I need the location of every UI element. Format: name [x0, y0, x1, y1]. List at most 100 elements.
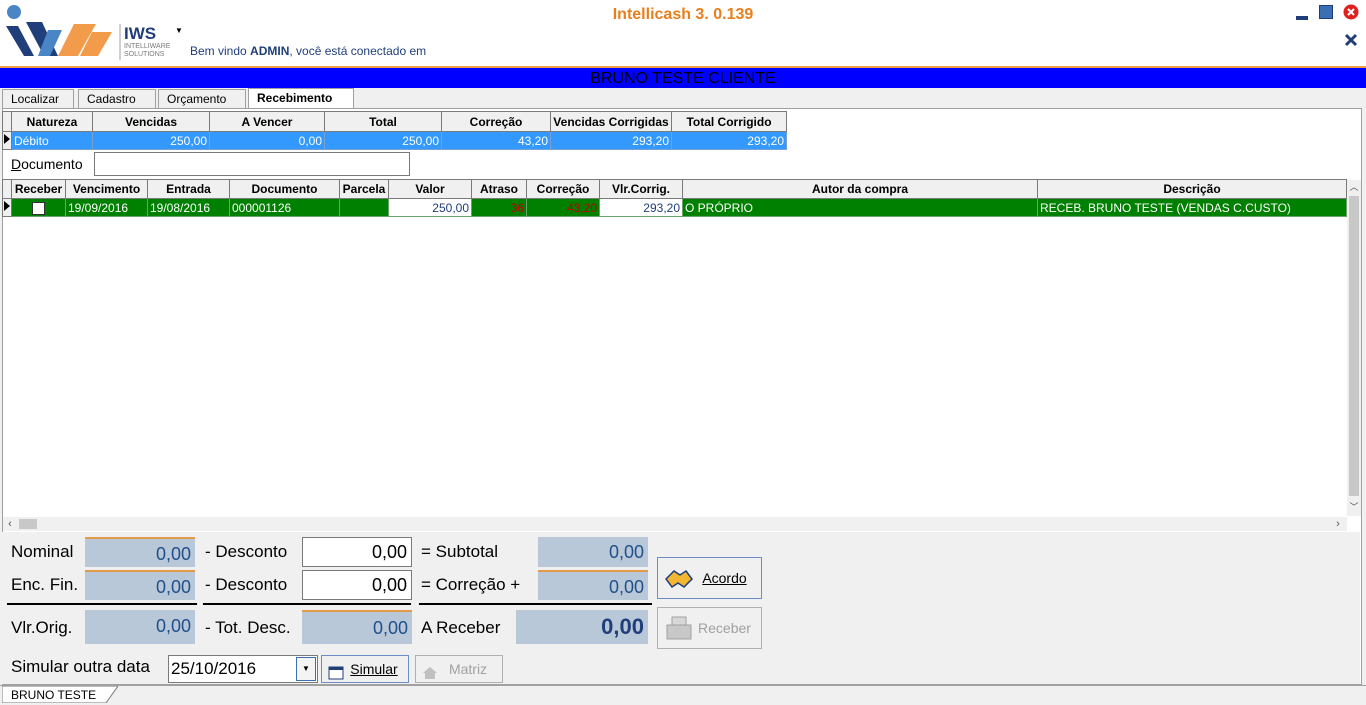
- horizontal-scroll-thumb[interactable]: [19, 519, 37, 529]
- minimize-icon[interactable]: [1294, 6, 1310, 22]
- documento-input[interactable]: [94, 152, 410, 176]
- cash-register-icon: [664, 615, 694, 656]
- col-correcao[interactable]: Correção: [526, 179, 600, 199]
- subtotal-value: 0,00: [538, 537, 648, 567]
- client-band: BRUNO TESTE CLIENTE: [0, 66, 1366, 88]
- welcome-prefix: Bem vindo: [190, 44, 247, 58]
- table-row[interactable]: Débito 250,00 0,00 250,00 43,20 293,20 2…: [2, 131, 787, 150]
- row-indicator-icon: [2, 131, 12, 150]
- grid-corner: [2, 111, 12, 132]
- col-descricao[interactable]: Descrição: [1037, 179, 1347, 199]
- cell-correcao[interactable]: 43,20: [441, 131, 551, 150]
- col-correcao[interactable]: Correção: [441, 111, 551, 132]
- simular-button-label: Simular: [350, 661, 398, 677]
- cell-documento[interactable]: 000001126: [229, 198, 340, 217]
- status-bar: [0, 685, 1366, 705]
- close-form-icon[interactable]: [1343, 32, 1359, 48]
- subtotal-label: = Subtotal: [421, 542, 499, 561]
- col-natureza[interactable]: Natureza: [11, 111, 93, 132]
- simular-date-value[interactable]: 25/10/2016: [171, 659, 256, 679]
- receber-button[interactable]: Receber: [657, 607, 762, 649]
- scroll-right-icon[interactable]: ›: [1331, 517, 1345, 531]
- chevron-down-icon[interactable]: ▼: [296, 657, 316, 681]
- col-vencidas[interactable]: Vencidas: [92, 111, 210, 132]
- receber-label: Receber: [698, 620, 751, 636]
- nominal-label: Nominal: [11, 542, 74, 561]
- matriz-button-label: Matriz: [448, 661, 488, 677]
- table-row[interactable]: 19/09/2016 19/08/2016 000001126 250,00 3…: [2, 198, 1347, 217]
- divider: [419, 603, 652, 605]
- cell-entrada[interactable]: 19/08/2016: [147, 198, 230, 217]
- divider: [203, 603, 411, 605]
- correcao-label: = Correção +: [421, 575, 521, 594]
- logo-text: IWS: [124, 24, 157, 43]
- close-app-icon[interactable]: [1343, 4, 1359, 20]
- col-atraso[interactable]: Atraso: [471, 179, 527, 199]
- areceber-value: 0,00: [516, 610, 648, 644]
- cell-parcela[interactable]: [339, 198, 389, 217]
- horizontal-scrollbar[interactable]: ‹ ›: [3, 517, 1347, 531]
- tab-localizar[interactable]: Localizar: [2, 89, 74, 108]
- col-total[interactable]: Total: [324, 111, 442, 132]
- scroll-down-icon[interactable]: ﹀: [1347, 500, 1361, 514]
- documento-label: Documento: [11, 156, 83, 172]
- summary-grid: Natureza Vencidas A Vencer Total Correçã…: [2, 111, 787, 150]
- divider: [7, 603, 197, 605]
- tab-cadastro[interactable]: Cadastro: [78, 89, 156, 108]
- welcome-user: ADMIN: [250, 44, 290, 58]
- simular-button[interactable]: Simular: [321, 655, 409, 683]
- col-parcela[interactable]: Parcela: [339, 179, 389, 199]
- receber-checkbox[interactable]: [32, 201, 45, 215]
- scroll-up-icon[interactable]: ︿: [1347, 180, 1361, 194]
- col-vencimento[interactable]: Vencimento: [65, 179, 148, 199]
- desconto1-input[interactable]: 0,00: [302, 537, 412, 567]
- col-valor[interactable]: Valor: [388, 179, 472, 199]
- col-autor-da-compra[interactable]: Autor da compra: [682, 179, 1038, 199]
- matriz-button[interactable]: Matriz: [415, 655, 503, 683]
- tab-orcamento[interactable]: Orçamento: [158, 89, 246, 108]
- cell-a-vencer[interactable]: 0,00: [209, 131, 325, 150]
- cell-atraso[interactable]: 36: [471, 198, 527, 217]
- col-vencidas-corrigidas[interactable]: Vencidas Corrigidas: [550, 111, 672, 132]
- cell-autor[interactable]: O PRÓPRIO: [682, 198, 1038, 217]
- cell-vencidas-corrigidas[interactable]: 293,20: [550, 131, 672, 150]
- scroll-left-icon[interactable]: ‹: [3, 517, 17, 531]
- tab-recebimento[interactable]: Recebimento: [248, 88, 354, 109]
- cell-vlr-corrig[interactable]: 293,20: [599, 198, 683, 217]
- acordo-label: Acordo: [702, 570, 747, 586]
- col-entrada[interactable]: Entrada: [147, 179, 230, 199]
- status-tab[interactable]: BRUNO TESTE: [2, 686, 118, 703]
- cell-vencimento[interactable]: 19/09/2016: [65, 198, 148, 217]
- detail-grid: Receber Vencimento Entrada Documento Par…: [2, 179, 1347, 217]
- desconto2-label: - Desconto: [205, 575, 288, 594]
- desconto2-input[interactable]: 0,00: [302, 570, 412, 600]
- cell-natureza[interactable]: Débito: [11, 131, 93, 150]
- handshake-icon: [664, 566, 694, 606]
- acordo-button[interactable]: Acordo: [657, 557, 762, 599]
- maximize-icon[interactable]: [1318, 4, 1334, 20]
- receber-checkbox-cell[interactable]: [11, 198, 66, 217]
- col-receber[interactable]: Receber: [11, 179, 66, 199]
- col-a-vencer[interactable]: A Vencer: [209, 111, 325, 132]
- nominal-value: 0,00: [85, 537, 195, 567]
- encfin-label: Enc. Fin.: [11, 575, 79, 594]
- desconto1-label: - Desconto: [205, 542, 288, 561]
- cell-valor[interactable]: 250,00: [388, 198, 472, 217]
- vertical-scrollbar[interactable]: ︿ ﹀: [1347, 180, 1361, 516]
- encfin-value: 0,00: [85, 570, 195, 600]
- cell-descricao[interactable]: RECEB. BRUNO TESTE (VENDAS C.CUSTO): [1037, 198, 1347, 217]
- cell-total-corrigido[interactable]: 293,20: [671, 131, 787, 150]
- col-total-corrigido[interactable]: Total Corrigido: [671, 111, 787, 132]
- chevron-down-icon[interactable]: ▼: [175, 26, 183, 35]
- vlrorig-label: Vlr.Orig.: [11, 618, 73, 637]
- simular-date-picker[interactable]: 25/10/2016 ▼: [168, 655, 318, 683]
- app-title: Intellicash 3. 0.139: [612, 6, 754, 23]
- cell-vencidas[interactable]: 250,00: [92, 131, 210, 150]
- cell-correcao[interactable]: 43,20: [526, 198, 600, 217]
- documento-label-rest: ocumento: [21, 156, 83, 172]
- vertical-scroll-thumb[interactable]: [1349, 196, 1359, 496]
- col-vlr-corrig[interactable]: Vlr.Corrig.: [599, 179, 683, 199]
- cell-total[interactable]: 250,00: [324, 131, 442, 150]
- col-documento[interactable]: Documento: [229, 179, 340, 199]
- totdesc-label: - Tot. Desc.: [205, 618, 291, 637]
